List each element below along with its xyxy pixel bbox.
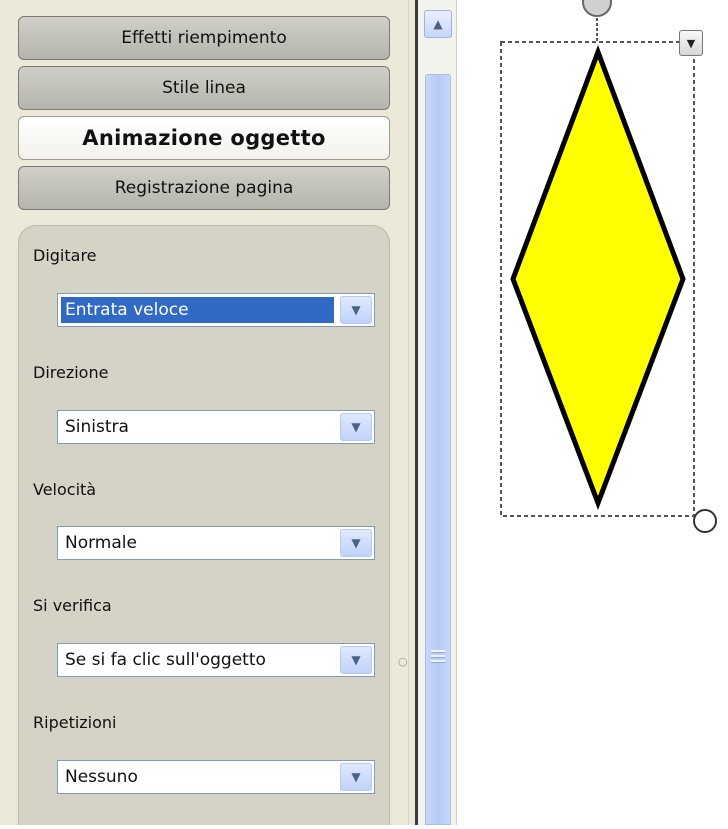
rotation-handle[interactable] — [582, 0, 612, 17]
resize-handle[interactable] — [693, 509, 717, 533]
splitter-grip-icon[interactable]: ○ — [398, 655, 408, 668]
speed-select[interactable]: Normale ▼ — [57, 526, 375, 560]
tab-line-style[interactable]: Stile linea — [18, 66, 390, 110]
repetitions-select[interactable]: Nessuno ▼ — [57, 760, 375, 794]
tab-label: Registrazione pagina — [114, 178, 294, 198]
chevron-up-icon[interactable]: ▲ — [424, 10, 452, 38]
scrollbar-thumb[interactable] — [425, 74, 451, 825]
canvas-drawing — [500, 0, 717, 533]
direction-select[interactable]: Sinistra ▼ — [57, 410, 375, 444]
tab-label: Effetti riempimento — [121, 28, 287, 48]
scrollbar-grip-icon — [431, 650, 445, 665]
type-select-value: Entrata veloce — [61, 297, 334, 323]
repetitions-select-value: Nessuno — [65, 767, 138, 787]
tab-fill-effects[interactable]: Effetti riempimento — [18, 16, 390, 60]
page-canvas[interactable] — [457, 0, 728, 825]
object-menu-button[interactable]: ▼ — [679, 30, 703, 56]
chevron-down-icon[interactable]: ▼ — [340, 763, 372, 791]
occurs-select[interactable]: Se si fa clic sull'oggetto ▼ — [57, 643, 375, 677]
triangle-down-icon: ▼ — [686, 36, 696, 50]
animation-properties-group: Digitare Entrata veloce ▼ Direzione Sini… — [18, 225, 390, 825]
tab-label: Stile linea — [162, 78, 246, 98]
chevron-down-icon[interactable]: ▼ — [340, 296, 372, 324]
type-select[interactable]: Entrata veloce ▼ — [57, 293, 375, 327]
tab-label: Animazione oggetto — [82, 126, 326, 150]
yellow-diamond-shape[interactable] — [510, 44, 686, 511]
speed-label: Velocità — [33, 480, 97, 499]
tab-object-animation[interactable]: Animazione oggetto — [18, 116, 390, 160]
chevron-down-icon[interactable]: ▼ — [340, 529, 372, 557]
occurs-label: Si verifica — [33, 596, 112, 615]
properties-panel: Effetti riempimento Stile linea Animazio… — [0, 0, 408, 825]
repetitions-label: Ripetizioni — [33, 713, 117, 732]
direction-select-value: Sinistra — [65, 417, 129, 437]
speed-select-value: Normale — [65, 533, 137, 553]
type-label: Digitare — [33, 246, 97, 265]
chevron-down-icon[interactable]: ▼ — [340, 646, 372, 674]
direction-label: Direzione — [33, 363, 109, 382]
tab-page-recording[interactable]: Registrazione pagina — [18, 166, 390, 210]
chevron-down-icon[interactable]: ▼ — [340, 413, 372, 441]
occurs-select-value: Se si fa clic sull'oggetto — [65, 650, 266, 670]
